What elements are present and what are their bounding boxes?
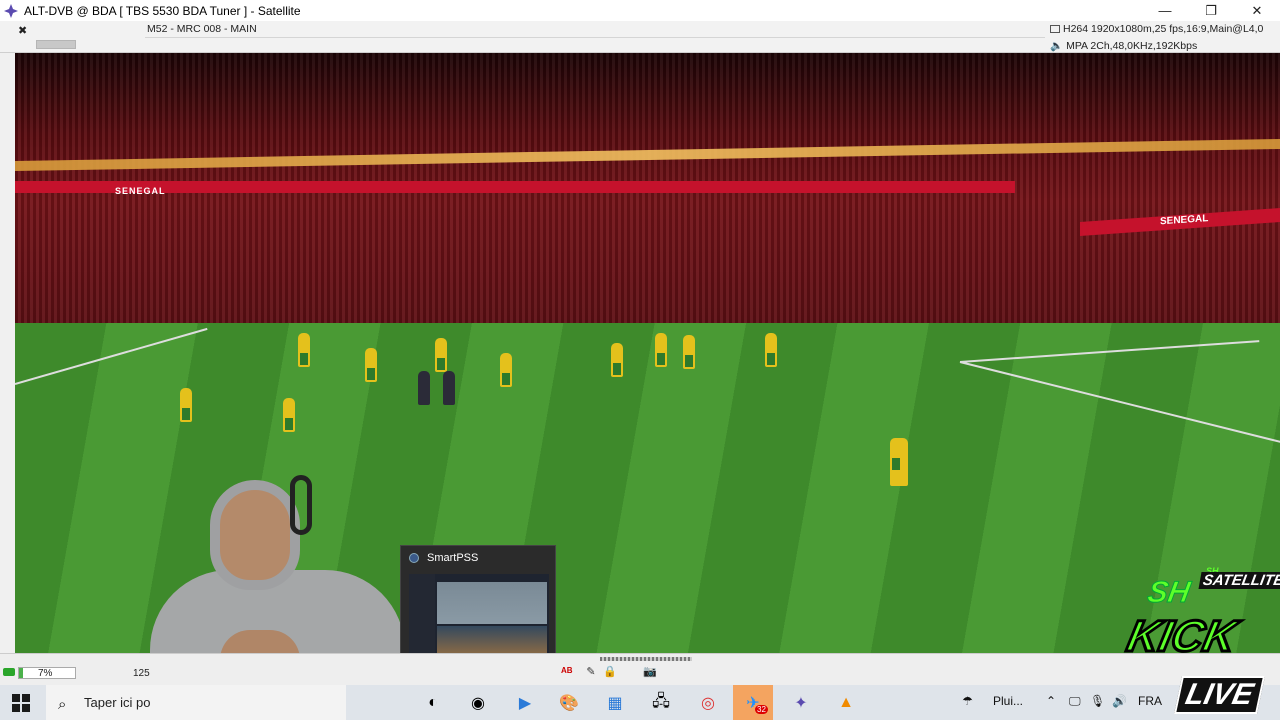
player-control-bar: 7% 125 AB ✎ 🔒 📷 — [0, 653, 1280, 685]
player — [365, 348, 377, 382]
player — [435, 338, 447, 372]
logo-satellite: SATELLITE — [1198, 572, 1280, 589]
pen-icon[interactable]: ✎ — [585, 666, 597, 678]
speaker-icon: 🔈 — [1050, 40, 1064, 52]
player — [683, 335, 695, 369]
video-info-text: H264 1920x1080m,25 fps,16:9,Main@L4,0 — [1063, 23, 1264, 35]
logo-kick: KICK — [1121, 611, 1242, 663]
altdvb-taskbar-icon[interactable]: ✦ — [788, 690, 814, 716]
lock-icon[interactable]: 🔒 — [603, 666, 617, 678]
chevron-up-icon[interactable]: ⌃ — [1046, 694, 1056, 708]
telegram-taskbar-icon[interactable]: ✈ 32 — [733, 685, 773, 720]
restore-button[interactable]: ❐ — [1188, 0, 1234, 21]
divider — [145, 37, 1045, 38]
monitor-icon — [1050, 25, 1060, 33]
video-info: H264 1920x1080m,25 fps,16:9,Main@L4,0 — [1050, 23, 1263, 35]
smartpss-icon — [409, 553, 419, 563]
search-placeholder: Taper ici po — [84, 695, 151, 710]
seek-handle[interactable] — [600, 657, 692, 661]
player — [765, 333, 777, 367]
counter: 125 — [133, 668, 150, 679]
sh-satellite-kick-logo: SH SH SATELLITE KICK LIVE — [1118, 556, 1280, 720]
vlc-taskbar-icon[interactable]: ▲ — [833, 690, 859, 716]
network-taskbar-icon[interactable]: 🖧 — [648, 690, 674, 716]
microphone-icon[interactable]: 🎙 — [1090, 694, 1105, 708]
smartpss-taskbar-icon[interactable]: ◐ — [420, 690, 446, 716]
minimize-button[interactable]: — — [1142, 0, 1188, 21]
ab-repeat-button[interactable]: AB — [561, 666, 575, 678]
close-button[interactable]: ✕ — [1234, 0, 1280, 21]
staff-member — [418, 371, 430, 405]
player — [655, 333, 667, 367]
preview-camera-1 — [437, 582, 547, 624]
paint-taskbar-icon[interactable]: 🎨 — [556, 690, 582, 716]
player — [180, 388, 192, 422]
chrome-taskbar-icon[interactable]: ◎ — [695, 690, 721, 716]
preview-title-text: SmartPSS — [427, 552, 479, 564]
streamer-head — [210, 480, 300, 590]
windows-start-icon[interactable] — [12, 694, 30, 712]
preview-title: SmartPSS — [409, 552, 478, 564]
camera-icon[interactable]: 📷 — [643, 666, 657, 678]
headset-icon — [290, 475, 312, 535]
senegal-banner: SENEGAL — [15, 181, 1015, 196]
banner-text: SENEGAL — [115, 186, 166, 196]
staff-member — [443, 371, 455, 405]
unread-badge: 32 — [755, 705, 768, 714]
altdvb-app-icon — [4, 3, 18, 18]
signal-indicator — [36, 40, 76, 49]
close-panel-icon[interactable]: ✖ — [18, 24, 30, 37]
play-status-icon[interactable] — [3, 668, 15, 676]
media-taskbar-icon[interactable]: ▶ — [512, 690, 538, 716]
network-icon[interactable]: 🖵 — [1069, 694, 1081, 709]
obs-taskbar-icon[interactable]: ◉ — [465, 690, 491, 716]
window-title: ALT-DVB @ BDA [ TBS 5530 BDA Tuner ] - S… — [24, 3, 301, 18]
player — [298, 333, 310, 367]
search-icon: ⌕ — [58, 695, 67, 713]
player — [500, 353, 512, 387]
player — [890, 438, 908, 486]
audio-info-text: MPA 2Ch,48,0KHz,192Kbps — [1066, 40, 1198, 52]
taskbar-search[interactable]: ⌕ Taper ici po — [46, 685, 346, 720]
channel-name: M52 - MRC 008 - MAIN — [147, 23, 257, 35]
weather-icon[interactable]: ☂ — [962, 694, 973, 708]
player — [611, 343, 623, 377]
logo-live: LIVE — [1173, 676, 1265, 714]
signal-percent: 7% — [38, 668, 53, 679]
calculator-taskbar-icon[interactable]: ▦ — [602, 690, 628, 716]
player — [283, 398, 295, 432]
windows-taskbar: ⌕ Taper ici po ◐ ◉ ▶ 🎨 ▦ 🖧 ◎ ✈ 32 ✦ ▲ ☂ … — [0, 685, 1280, 720]
signal-progress-fill — [19, 668, 23, 678]
title-bar: ALT-DVB @ BDA [ TBS 5530 BDA Tuner ] - S… — [0, 0, 1280, 21]
audio-info: 🔈 MPA 2Ch,48,0KHz,192Kbps — [1050, 39, 1197, 52]
weather-text[interactable]: Plui... — [993, 694, 1023, 708]
logo-sh: SH — [1145, 576, 1194, 610]
info-bar: ✖ M52 - MRC 008 - MAIN H264 1920x1080m,2… — [0, 21, 1280, 53]
